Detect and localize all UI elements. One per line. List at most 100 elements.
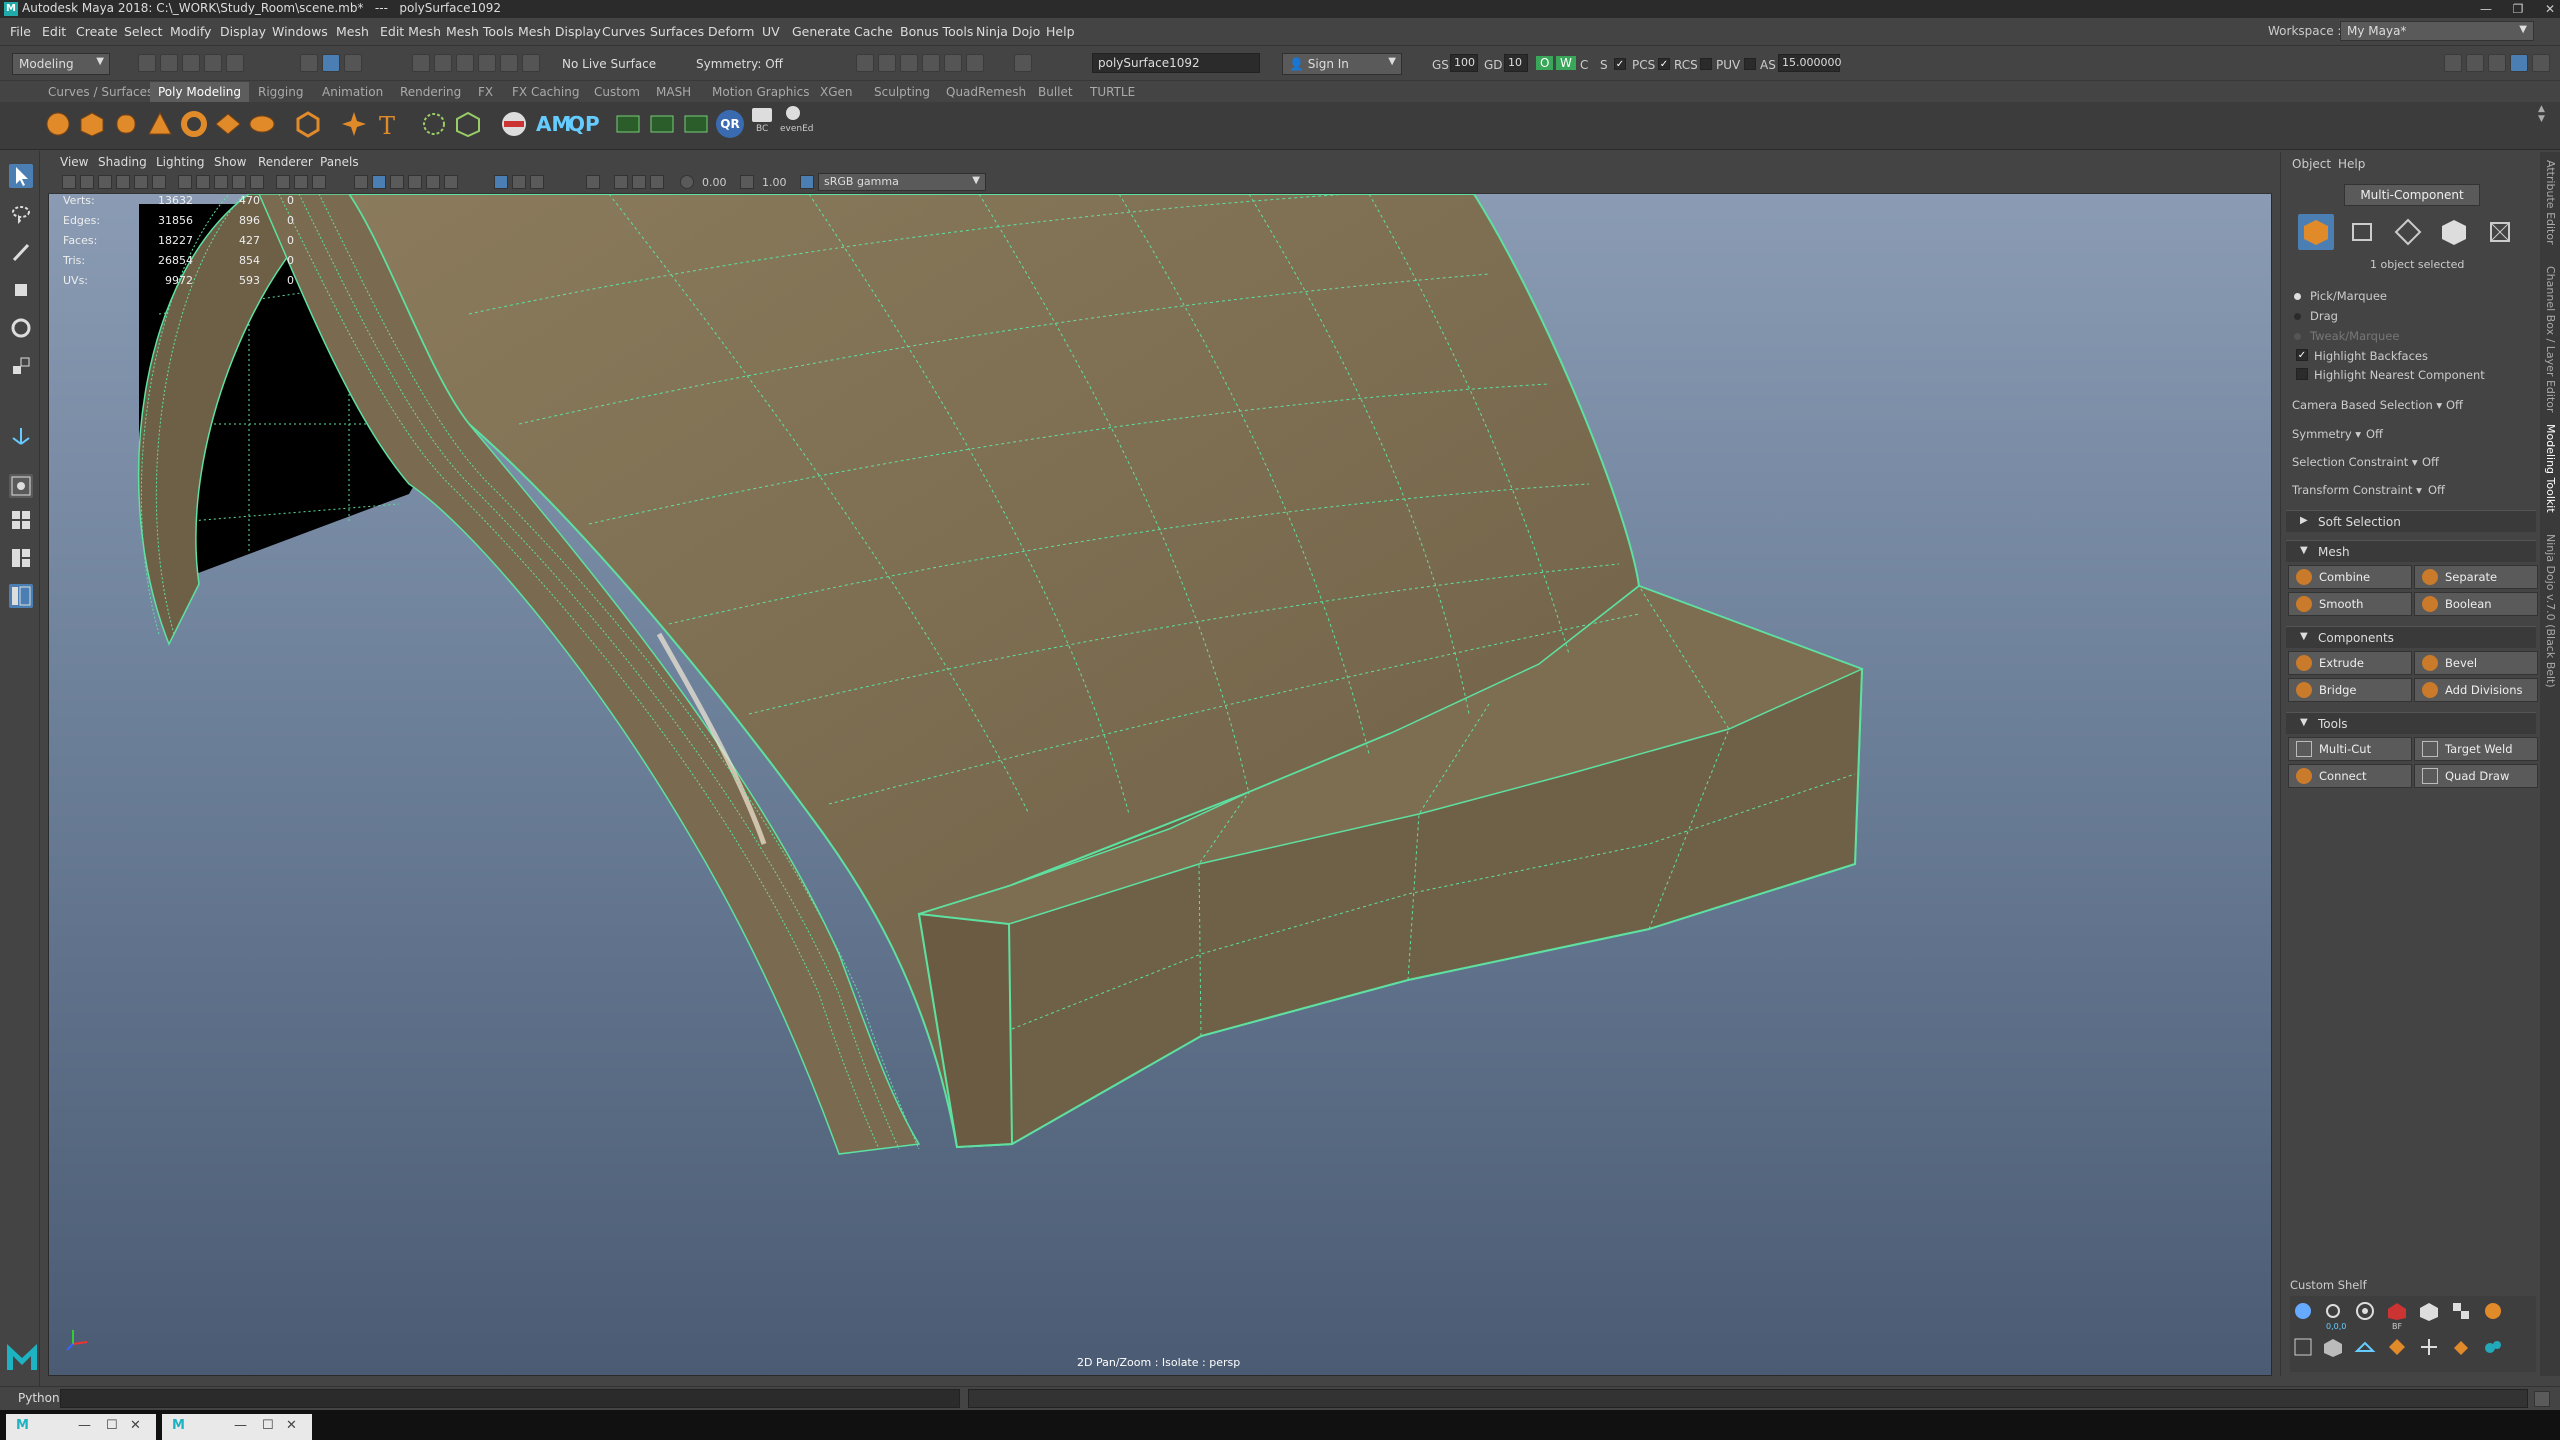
separate-button[interactable]: Separate bbox=[2414, 565, 2538, 589]
smooth-button[interactable]: Smooth bbox=[2288, 592, 2412, 616]
menu-mesh-display[interactable]: Mesh Display bbox=[518, 24, 601, 39]
components-section[interactable]: ▼ Components bbox=[2286, 626, 2536, 648]
taskbar-maya-window-2[interactable]: M — ☐ ✕ bbox=[162, 1414, 312, 1440]
exposure-field[interactable]: 0.00 bbox=[702, 176, 727, 189]
viewport-menu-view[interactable]: View bbox=[60, 155, 88, 169]
grid-toggle-icon[interactable] bbox=[178, 175, 192, 189]
pick-marquee-radio[interactable] bbox=[2294, 293, 2301, 300]
custom-shelf-icon-5[interactable] bbox=[2418, 1300, 2440, 1322]
shadows-icon[interactable] bbox=[426, 175, 440, 189]
type-tool-icon[interactable]: T bbox=[374, 110, 402, 138]
color-management-icon[interactable] bbox=[800, 175, 814, 189]
face-mode-icon[interactable] bbox=[2436, 214, 2472, 250]
last-tool-icon[interactable] bbox=[9, 424, 33, 448]
puv-checkbox[interactable] bbox=[1744, 58, 1756, 70]
shelf-tab-quadremesh[interactable]: QuadRemesh bbox=[946, 85, 1026, 99]
perspective-viewport[interactable]: Verts: 13632 470 0 Edges: 31856 896 0 Fa… bbox=[49, 194, 2271, 1375]
field-chart-icon[interactable] bbox=[250, 175, 264, 189]
ninja-shelf-icon-a[interactable] bbox=[614, 110, 642, 138]
motion-blur-icon[interactable] bbox=[650, 175, 664, 189]
qp-shelf-button[interactable]: QP bbox=[568, 112, 600, 136]
input-line-icon[interactable] bbox=[1014, 54, 1032, 72]
camera-gate-icon[interactable] bbox=[586, 175, 600, 189]
menu-ninja-dojo[interactable]: Ninja Dojo bbox=[976, 24, 1040, 39]
toggle-channel-box-icon[interactable] bbox=[2488, 54, 2506, 72]
shelf-tab-sculpting[interactable]: Sculpting bbox=[874, 85, 930, 99]
toggle-tool-settings-icon[interactable] bbox=[2466, 54, 2484, 72]
multi-component-button[interactable]: Multi-Component bbox=[2344, 184, 2480, 206]
toggle-modeling-toolkit-icon[interactable] bbox=[2510, 54, 2528, 72]
exposure-icon[interactable] bbox=[680, 175, 694, 189]
shelf-tab-motion-graphics[interactable]: Motion Graphics bbox=[712, 85, 810, 99]
close-window-button[interactable]: ✕ bbox=[2530, 0, 2560, 18]
toolkit-menu-object[interactable]: Object bbox=[2292, 157, 2331, 171]
rcs-checkbox[interactable] bbox=[1700, 58, 1712, 70]
poly-cone-icon[interactable] bbox=[146, 110, 174, 138]
extrude-button[interactable]: Extrude bbox=[2288, 651, 2412, 675]
render-current-icon[interactable] bbox=[856, 54, 874, 72]
outliner-layout-icon[interactable] bbox=[9, 584, 33, 608]
redo-icon[interactable] bbox=[226, 54, 244, 72]
toggle-layer-editor-icon[interactable] bbox=[2532, 54, 2550, 72]
ninja-dojo-icon[interactable] bbox=[500, 110, 528, 138]
gs-field[interactable]: 100 bbox=[1450, 54, 1478, 72]
combine-button[interactable]: Combine bbox=[2288, 565, 2412, 589]
single-perspective-layout-icon[interactable] bbox=[9, 474, 33, 498]
shelf-tab-turtle[interactable]: TURTLE bbox=[1090, 85, 1135, 99]
shelf-tab-curves-surfaces[interactable]: Curves / Surfaces bbox=[48, 85, 153, 99]
shelf-tab-rendering[interactable]: Rendering bbox=[400, 85, 461, 99]
image-plane-icon[interactable] bbox=[116, 175, 130, 189]
ipr-render-icon[interactable] bbox=[878, 54, 896, 72]
qr-shelf-button[interactable]: QR bbox=[716, 110, 744, 138]
gd-field[interactable]: 10 bbox=[1504, 54, 1528, 72]
menu-surfaces[interactable]: Surfaces bbox=[650, 24, 704, 39]
pcs-checkbox[interactable]: ✓ bbox=[1658, 58, 1670, 70]
camera-based-selection-dropdown[interactable]: Camera Based Selection ▾ bbox=[2292, 398, 2442, 412]
open-scene-icon[interactable] bbox=[160, 54, 178, 72]
svg-tool-icon[interactable] bbox=[420, 110, 448, 138]
ninja-shelf-icon-c[interactable] bbox=[682, 110, 710, 138]
2d-pan-zoom-icon[interactable] bbox=[134, 175, 148, 189]
viewport-menu-lighting[interactable]: Lighting bbox=[156, 155, 205, 169]
script-editor-icon[interactable] bbox=[2534, 1391, 2550, 1407]
object-name-field[interactable]: polySurface1092 bbox=[1092, 53, 1260, 73]
soft-selection-section[interactable]: ▶ Soft Selection bbox=[2286, 510, 2536, 532]
view-transform-dropdown[interactable]: sRGB gamma ▼ bbox=[818, 173, 986, 191]
command-language-toggle[interactable]: Python bbox=[18, 1391, 60, 1405]
wireframe-on-shaded-icon[interactable] bbox=[372, 175, 386, 189]
select-hierarchy-icon[interactable] bbox=[300, 54, 318, 72]
snap-vertex-icon[interactable] bbox=[522, 54, 540, 72]
menu-deform[interactable]: Deform bbox=[708, 24, 754, 39]
symmetry-toolkit-dropdown[interactable]: Symmetry ▾ bbox=[2292, 427, 2361, 441]
custom-shelf-icon-9[interactable] bbox=[2322, 1336, 2344, 1358]
s-checkbox[interactable]: ✓ bbox=[1614, 58, 1626, 70]
drag-radio[interactable] bbox=[2294, 313, 2301, 320]
isolate-select-icon[interactable] bbox=[494, 175, 508, 189]
snap-point-icon[interactable] bbox=[456, 54, 474, 72]
snap-view-icon[interactable] bbox=[478, 54, 496, 72]
gamma-icon[interactable] bbox=[740, 175, 754, 189]
target-weld-button[interactable]: Target Weld bbox=[2414, 737, 2538, 761]
two-pane-layout-icon[interactable] bbox=[9, 546, 33, 570]
uv-mode-icon[interactable] bbox=[2482, 214, 2518, 250]
bookmarks-icon[interactable] bbox=[98, 175, 112, 189]
symmetry-dropdown[interactable]: Symmetry: Off bbox=[690, 54, 810, 76]
am-shelf-button[interactable]: AM bbox=[536, 112, 571, 136]
vertex-mode-icon[interactable] bbox=[2344, 214, 2380, 250]
snap-curve-icon[interactable] bbox=[434, 54, 452, 72]
wireframe-icon[interactable] bbox=[312, 175, 326, 189]
menu-generate[interactable]: Generate bbox=[792, 24, 850, 39]
undo-icon[interactable] bbox=[204, 54, 222, 72]
custom-shelf-icon-12[interactable] bbox=[2418, 1336, 2440, 1358]
side-tab-channel-box[interactable]: Channel Box / Layer Editor bbox=[2544, 266, 2557, 413]
anti-aliasing-icon[interactable] bbox=[614, 175, 628, 189]
tools-section[interactable]: ▼ Tools bbox=[2286, 712, 2536, 734]
shelf-tab-animation[interactable]: Animation bbox=[322, 85, 383, 99]
shelf-scroll-arrows[interactable]: ▲ ▼ bbox=[2538, 104, 2548, 144]
edge-mode-icon[interactable] bbox=[2390, 214, 2426, 250]
textured-icon[interactable] bbox=[390, 175, 404, 189]
connect-button[interactable]: Connect bbox=[2288, 764, 2412, 788]
shelf-tab-fx[interactable]: FX bbox=[478, 85, 493, 99]
taskbar-maya-window-1[interactable]: M — ☐ ✕ bbox=[6, 1414, 156, 1440]
smooth-shade-icon[interactable] bbox=[354, 175, 368, 189]
